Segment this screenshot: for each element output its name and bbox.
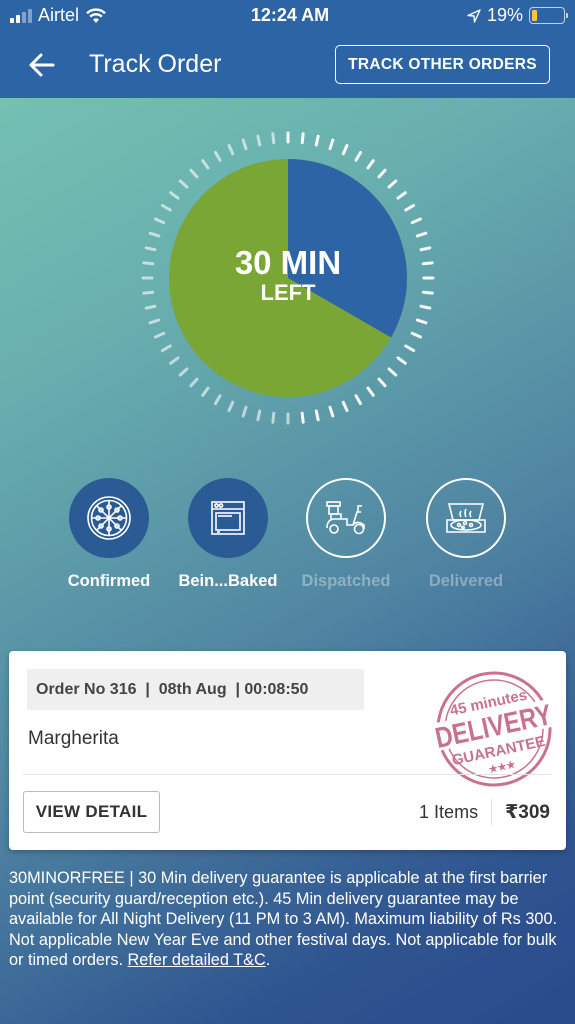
timer-tick bbox=[227, 400, 235, 412]
timer-tick bbox=[189, 168, 199, 179]
timer-label: 30 MIN LEFT bbox=[137, 245, 439, 305]
timer-tick bbox=[256, 409, 262, 422]
order-price: ₹309 bbox=[505, 801, 550, 823]
order-item-name: Margherita bbox=[28, 728, 119, 749]
nav-bar: Track Order TRACK OTHER ORDERS bbox=[0, 40, 575, 90]
delivery-guarantee-disclaimer: 30MINORFREE | 30 Min delivery guarantee … bbox=[9, 868, 569, 971]
order-card: Order No 316 | 08th Aug | 00:08:50 Margh… bbox=[9, 651, 566, 850]
timer-tick bbox=[154, 217, 166, 225]
items-count: 1 Items bbox=[419, 801, 479, 822]
timer-tick bbox=[377, 377, 387, 388]
timer-tick bbox=[271, 411, 276, 424]
timer-tick bbox=[377, 168, 387, 179]
delivery-guarantee-stamp: 45 minutes DELIVERY GUARANTEE ★★★ bbox=[433, 671, 555, 787]
view-detail-button[interactable]: VIEW DETAIL bbox=[23, 791, 160, 833]
timer-tick bbox=[341, 400, 349, 412]
step-label: Delivered bbox=[428, 572, 504, 590]
timer-tick bbox=[271, 132, 276, 145]
timer-tick bbox=[160, 344, 172, 352]
step-circle bbox=[426, 478, 506, 558]
timer-tick bbox=[410, 331, 422, 339]
battery-icon bbox=[529, 7, 568, 24]
timer-tick bbox=[415, 318, 428, 325]
timer-tick bbox=[178, 367, 189, 377]
timer-minutes: 30 MIN bbox=[234, 244, 342, 281]
summary-divider bbox=[491, 799, 493, 825]
timer-tick bbox=[396, 191, 407, 200]
timer-tick bbox=[148, 231, 161, 238]
disclaimer-text: 30MINORFREE | 30 Min delivery guarantee … bbox=[9, 869, 558, 969]
location-arrow-icon bbox=[467, 8, 481, 23]
card-divider bbox=[23, 774, 552, 775]
pizza-box-icon bbox=[446, 503, 486, 533]
back-arrow-icon[interactable] bbox=[26, 48, 60, 82]
order-summary: 1 Items ₹309 bbox=[419, 799, 550, 825]
timer-tick bbox=[314, 134, 320, 147]
order-meta: Order No 316 | 08th Aug | 00:08:50 bbox=[27, 669, 364, 710]
timer-tick bbox=[387, 179, 398, 189]
timer-tick bbox=[415, 231, 428, 238]
timer-tick bbox=[169, 191, 180, 200]
step-dispatched: Dispatched bbox=[276, 478, 416, 591]
timer-tick bbox=[404, 204, 416, 212]
timer-tick bbox=[341, 144, 349, 156]
timer-tick bbox=[227, 144, 235, 156]
timer-tick bbox=[214, 394, 222, 406]
step-delivered: Delivered bbox=[396, 478, 536, 591]
timer-tick bbox=[241, 138, 248, 151]
timer-tick bbox=[241, 405, 248, 418]
oven-icon bbox=[211, 501, 245, 535]
page-title: Track Order bbox=[89, 50, 222, 78]
timer-tick bbox=[300, 411, 305, 424]
timer-tick bbox=[354, 150, 362, 162]
timer-tick bbox=[169, 356, 180, 365]
disclaimer-trailing: . bbox=[265, 951, 271, 969]
timer-tick bbox=[160, 204, 172, 212]
countdown-timer: 30 MIN LEFT bbox=[137, 127, 439, 429]
timer-tick bbox=[366, 159, 375, 170]
timer-tick bbox=[314, 409, 320, 422]
timer-tick bbox=[354, 394, 362, 406]
timer-tick bbox=[178, 179, 189, 189]
terms-link[interactable]: Refer detailed T&C bbox=[128, 951, 266, 969]
pizza-icon bbox=[87, 496, 131, 540]
timer-tick bbox=[366, 386, 375, 397]
scooter-icon bbox=[326, 501, 365, 535]
timer-tick bbox=[300, 132, 305, 145]
step-circle bbox=[306, 478, 386, 558]
timer-tick bbox=[419, 304, 432, 310]
timer-tick bbox=[256, 134, 262, 147]
timer-tick bbox=[154, 331, 166, 339]
timer-tick bbox=[201, 386, 210, 397]
timer-suffix: LEFT bbox=[260, 280, 316, 305]
step-label: Dispatched bbox=[301, 572, 391, 590]
timer-tick bbox=[404, 344, 416, 352]
timer-tick bbox=[387, 367, 398, 377]
step-circle bbox=[188, 478, 268, 558]
timer-tick bbox=[328, 405, 335, 418]
step-circle bbox=[69, 478, 149, 558]
timer-tick bbox=[148, 318, 161, 325]
battery-percent: 19% bbox=[486, 5, 523, 25]
top-bar: Airtel 12:24 AM 19% Track Order TRACK OT… bbox=[0, 0, 575, 98]
timer-tick bbox=[201, 159, 210, 170]
timer-tick bbox=[410, 217, 422, 225]
timer-tick bbox=[144, 304, 157, 310]
timer-tick bbox=[189, 377, 199, 388]
status-bar: Airtel 12:24 AM 19% bbox=[0, 0, 575, 32]
timer-tick bbox=[396, 356, 407, 365]
timer-tick bbox=[214, 150, 222, 162]
track-other-orders-button[interactable]: TRACK OTHER ORDERS bbox=[335, 45, 550, 84]
timer-tick bbox=[328, 138, 335, 151]
